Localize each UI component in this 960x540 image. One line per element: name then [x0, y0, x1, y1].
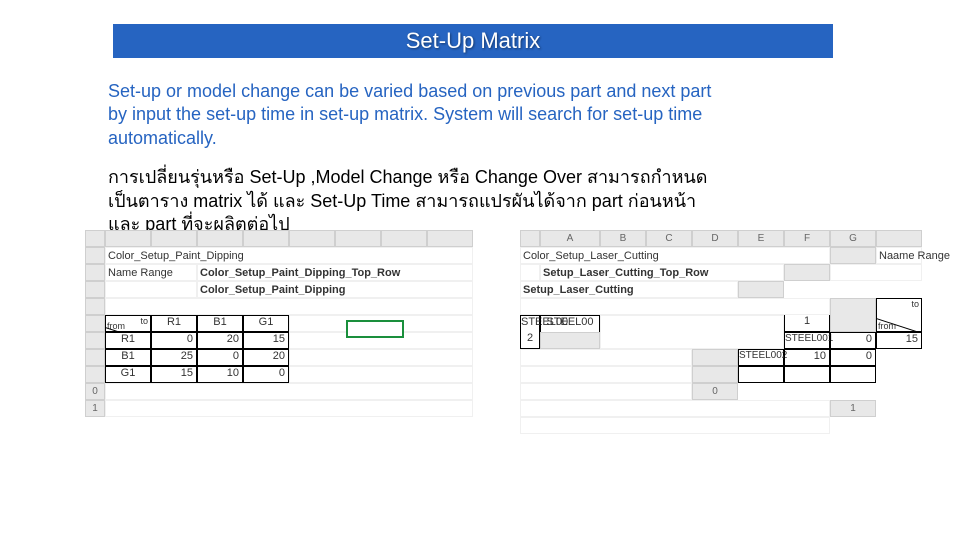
- page-title-bar: Set-Up Matrix: [113, 24, 833, 58]
- name-range-2-right: Setup_Laser_Cutting: [520, 281, 738, 298]
- row-header[interactable]: STEEL002: [738, 349, 784, 366]
- from-to-corner-right: to from: [876, 298, 922, 332]
- row-header[interactable]: B1: [105, 349, 151, 366]
- description-block: Set-up or model change can be varied bas…: [108, 80, 728, 236]
- name-range-label-left: Name Range: [105, 264, 197, 281]
- matrix-cell[interactable]: 0: [830, 332, 876, 349]
- col-header[interactable]: STEEL00: [520, 315, 540, 332]
- matrix-cell[interactable]: 0: [830, 349, 876, 366]
- name-range-2-left: Color_Setup_Paint_Dipping: [197, 281, 473, 298]
- spreadsheet-left: Color_Setup_Paint_Dipping Name Range Col…: [85, 230, 445, 434]
- panels-row: Color_Setup_Paint_Dipping Name Range Col…: [85, 230, 900, 434]
- matrix-cell[interactable]: 15: [151, 366, 197, 383]
- description-en: Set-up or model change can be varied bas…: [108, 80, 728, 150]
- matrix-cell[interactable]: 10: [197, 366, 243, 383]
- sheet-title-right: Color_Setup_Laser_Cutting: [520, 247, 830, 264]
- description-th: การเปลี่ยนรุ่นหรือ Set-Up ,Model Change …: [108, 166, 728, 236]
- matrix-cell[interactable]: 10: [784, 349, 830, 366]
- matrix-cell[interactable]: 20: [197, 332, 243, 349]
- spreadsheet-right: A B C D E F G Color_Setup_Laser_Cutting …: [520, 230, 900, 434]
- row-header[interactable]: R1: [105, 332, 151, 349]
- sheet-title-left: Color_Setup_Paint_Dipping: [105, 247, 473, 264]
- col-header[interactable]: B1: [197, 315, 243, 332]
- col-header[interactable]: STEEL00: [540, 315, 600, 332]
- matrix-cell[interactable]: 15: [876, 332, 922, 349]
- row-header[interactable]: G1: [105, 366, 151, 383]
- name-range-1-right: Setup_Laser_Cutting_Top_Row: [540, 264, 784, 281]
- row-header[interactable]: STEEL001: [784, 332, 830, 349]
- name-range-label-right: Naame Range: [876, 247, 922, 264]
- col-header[interactable]: R1: [151, 315, 197, 332]
- matrix-cell[interactable]: 15: [243, 332, 289, 349]
- matrix-cell[interactable]: 25: [151, 349, 197, 366]
- matrix-cell[interactable]: 0: [197, 349, 243, 366]
- name-range-1-left: Color_Setup_Paint_Dipping_Top_Row: [197, 264, 473, 281]
- matrix-cell[interactable]: 20: [243, 349, 289, 366]
- matrix-cell[interactable]: 0: [151, 332, 197, 349]
- from-to-corner-left: to from: [105, 315, 151, 332]
- col-header[interactable]: G1: [243, 315, 289, 332]
- page-title: Set-Up Matrix: [406, 28, 540, 53]
- matrix-cell[interactable]: 0: [243, 366, 289, 383]
